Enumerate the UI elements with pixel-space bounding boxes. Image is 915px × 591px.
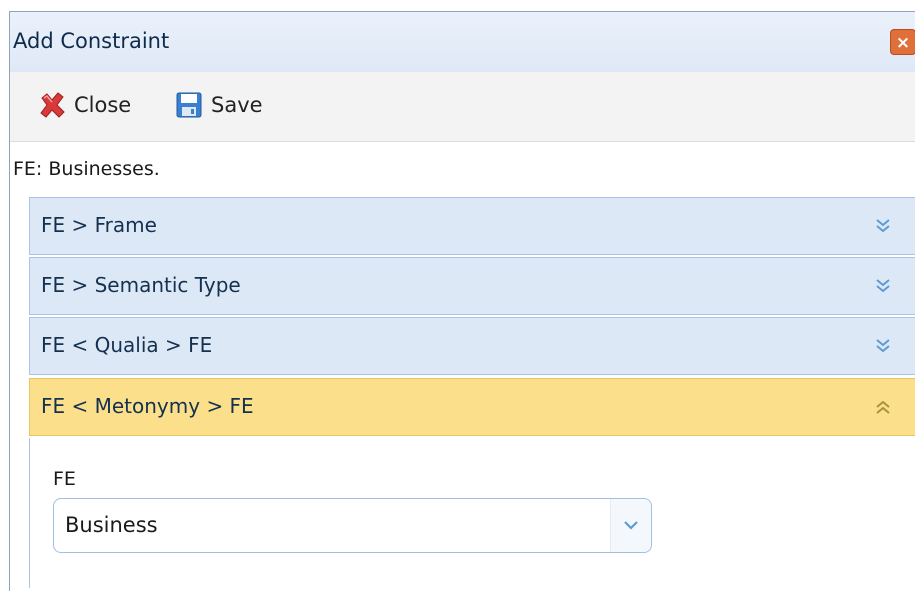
save-button[interactable]: Save — [174, 87, 263, 123]
double-chevron-down-icon — [876, 339, 890, 353]
chevron-down-icon — [624, 521, 638, 530]
accordion-header-fe-metonymy-fe[interactable]: FE < Metonymy > FE — [29, 378, 915, 436]
double-chevron-up-icon — [876, 400, 890, 414]
accordion-header-label: FE < Qualia > FE — [41, 333, 213, 357]
dialog-title: Add Constraint — [13, 29, 170, 53]
close-button-label: Close — [74, 93, 132, 117]
add-constraint-dialog: Add Constraint × Close Save FE: Business… — [9, 11, 915, 591]
save-button-label: Save — [211, 93, 263, 117]
fe-field-label: FE — [53, 468, 76, 490]
dialog-close-icon[interactable]: × — [890, 29, 915, 55]
accordion-header-fe-qualia-fe[interactable]: FE < Qualia > FE — [29, 317, 915, 375]
metonymy-panel: FE Business — [29, 438, 915, 588]
accordion-header-label: FE > Semantic Type — [41, 273, 241, 297]
dialog-titlebar: Add Constraint × — [10, 12, 915, 73]
fe-select[interactable]: Business — [53, 498, 652, 553]
red-x-icon — [40, 92, 65, 118]
double-chevron-down-icon — [876, 219, 890, 233]
double-chevron-down-icon — [876, 279, 890, 293]
context-fe-label: FE: Businesses. — [13, 158, 160, 180]
accordion-header-fe-frame[interactable]: FE > Frame — [29, 197, 915, 255]
fe-select-value: Business — [65, 513, 158, 537]
floppy-disk-icon — [176, 92, 202, 118]
fe-select-dropdown-button[interactable] — [610, 499, 651, 552]
accordion-header-fe-semantic-type[interactable]: FE > Semantic Type — [29, 257, 915, 315]
dialog-toolbar: Close Save — [10, 72, 915, 142]
close-button[interactable]: Close — [37, 87, 131, 123]
accordion-header-label: FE > Frame — [41, 213, 157, 237]
accordion-header-label: FE < Metonymy > FE — [41, 394, 254, 418]
